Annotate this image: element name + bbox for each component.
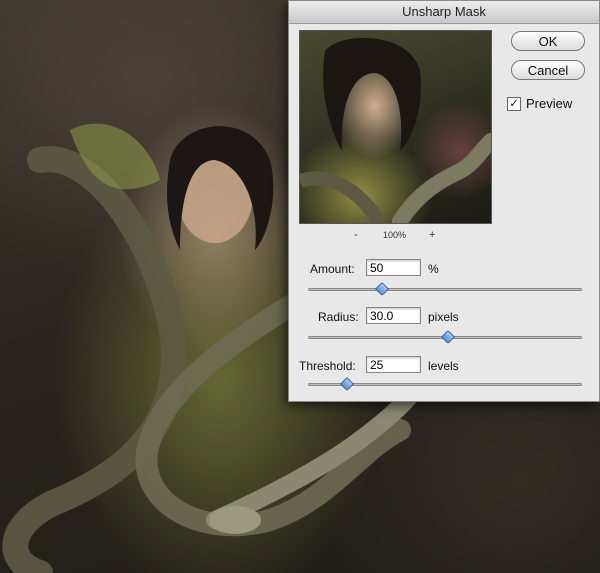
- ok-button[interactable]: OK: [511, 31, 585, 51]
- preview-toggle[interactable]: ✓ Preview: [507, 96, 572, 111]
- threshold-input[interactable]: 25: [366, 356, 421, 373]
- threshold-unit: levels: [428, 359, 459, 373]
- radius-label: Radius:: [318, 310, 359, 324]
- threshold-slider-thumb[interactable]: [340, 376, 355, 392]
- amount-slider-thumb[interactable]: [375, 281, 390, 297]
- zoom-out-button[interactable]: -: [354, 229, 358, 241]
- threshold-slider[interactable]: [308, 376, 582, 392]
- threshold-label: Threshold:: [299, 359, 356, 373]
- cancel-button[interactable]: Cancel: [511, 60, 585, 80]
- preview-pane[interactable]: [299, 30, 492, 224]
- radius-slider[interactable]: [308, 329, 582, 345]
- amount-slider[interactable]: [308, 281, 582, 297]
- radius-unit: pixels: [428, 310, 459, 324]
- preview-image: [300, 37, 491, 223]
- amount-input[interactable]: 50: [366, 259, 421, 276]
- zoom-in-button[interactable]: +: [429, 229, 435, 241]
- unsharp-mask-dialog: Unsharp Mask - 100% + OK Cancel ✓ Previe…: [288, 0, 600, 402]
- preview-checkbox[interactable]: ✓: [507, 96, 521, 111]
- preview-label: Preview: [526, 96, 573, 111]
- amount-label: Amount:: [310, 262, 355, 276]
- amount-unit: %: [428, 262, 439, 276]
- dialog-title[interactable]: Unsharp Mask: [289, 1, 599, 24]
- zoom-level: 100%: [383, 230, 407, 240]
- radius-input[interactable]: 30.0: [366, 307, 421, 324]
- radius-slider-thumb[interactable]: [440, 329, 455, 345]
